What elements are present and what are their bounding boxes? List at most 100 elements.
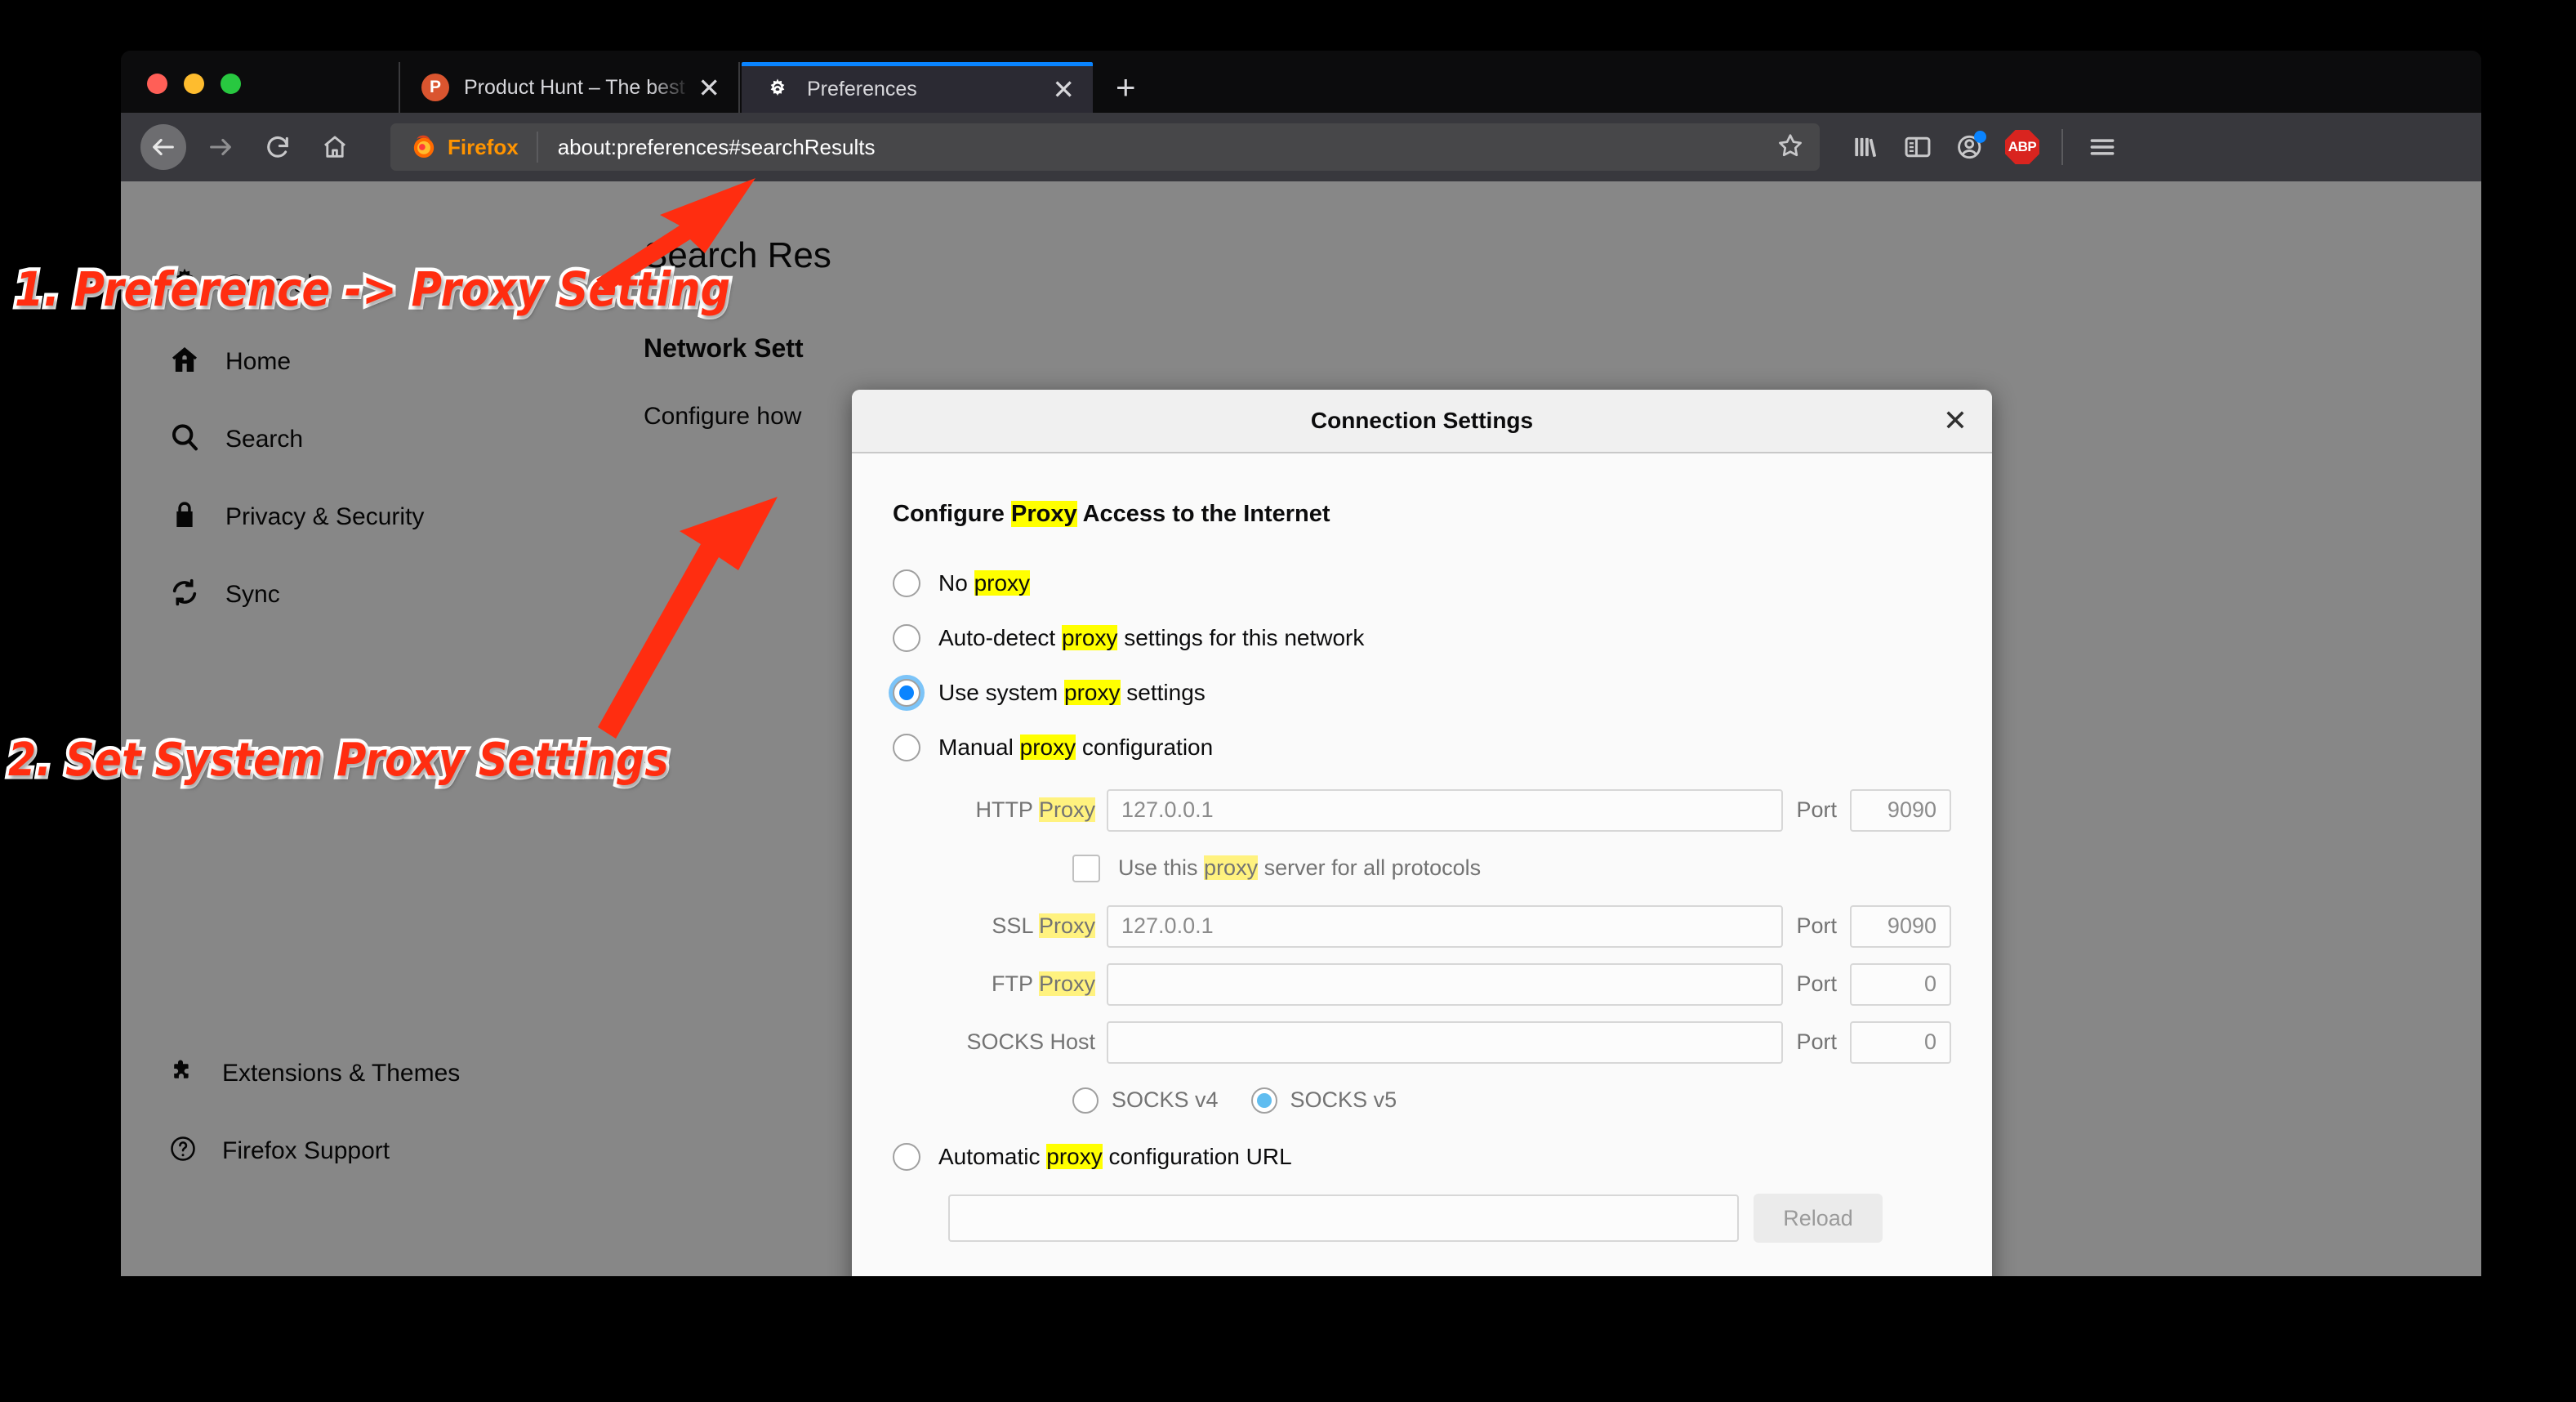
ssl-proxy-label: SSL Proxy: [919, 913, 1107, 939]
label-highlight: Proxy: [1038, 913, 1095, 938]
back-button[interactable]: [140, 124, 186, 170]
label-post: settings for this network: [1117, 624, 1365, 650]
option-socks-v5[interactable]: SOCKS v5: [1250, 1087, 1415, 1114]
library-icon[interactable]: [1839, 124, 1892, 170]
navigation-toolbar: Firefox about:preferences#searchResults: [121, 113, 2481, 181]
section-title-highlight: Proxy: [1011, 501, 1077, 527]
ssl-port-input[interactable]: 9090: [1850, 904, 1951, 948]
socks-host-input[interactable]: [1107, 1020, 1784, 1064]
adblock-plus-icon[interactable]: ABP: [1996, 124, 2048, 170]
tab-title: Preferences: [807, 78, 917, 100]
radio-use-system-proxy[interactable]: [893, 678, 920, 707]
http-port-input[interactable]: 9090: [1850, 788, 1951, 832]
radio-no-proxy[interactable]: [893, 569, 920, 597]
label-pre: Manual: [938, 734, 1020, 760]
use-for-all-protocols-label: Use this proxy server for all protocols: [1118, 855, 1481, 881]
forward-button[interactable]: [198, 124, 243, 170]
dialog-body: Configure Proxy Access to the Internet N…: [852, 453, 1992, 1276]
reload-button[interactable]: Reload: [1754, 1194, 1883, 1243]
socks-port-input[interactable]: 0: [1850, 1020, 1951, 1064]
option-use-system-proxy[interactable]: Use system proxy settings: [893, 665, 1951, 720]
account-notification-dot: [1974, 131, 1986, 143]
home-button[interactable]: [312, 124, 358, 170]
reload-button[interactable]: [255, 124, 301, 170]
screenshot-root: P Product Hunt – The best new pr ✕ Prefe…: [0, 0, 2576, 1402]
option-auto-detect-proxy[interactable]: Auto-detect proxy settings for this netw…: [893, 610, 1951, 665]
socks-host-row: SOCKS Host Port 0: [919, 1013, 1951, 1071]
firefox-brand-chip: Firefox: [390, 132, 538, 163]
manual-proxy-fields: HTTP Proxy 127.0.0.1 Port 9090 Use this …: [893, 775, 1951, 1129]
ftp-port-input[interactable]: 0: [1850, 962, 1951, 1006]
close-tab-icon[interactable]: ✕: [691, 74, 738, 101]
sidebar-icon[interactable]: [1892, 124, 1944, 170]
connection-settings-dialog: Connection Settings ✕ Configure Proxy Ac…: [852, 390, 1992, 1276]
ftp-port-label: Port: [1796, 971, 1837, 996]
label-pre: No: [938, 569, 974, 596]
label-highlight: proxy: [1046, 1143, 1103, 1169]
maximize-window-button[interactable]: [221, 74, 241, 94]
option-socks-v4[interactable]: SOCKS v4: [1072, 1087, 1237, 1114]
http-proxy-input[interactable]: 127.0.0.1: [1107, 788, 1784, 832]
ssl-proxy-input[interactable]: 127.0.0.1: [1107, 904, 1784, 948]
use-for-all-protocols-row[interactable]: Use this proxy server for all protocols: [919, 839, 1951, 897]
ssl-proxy-row: SSL Proxy 127.0.0.1 Port 9090: [919, 897, 1951, 955]
label-post: server for all protocols: [1258, 855, 1482, 880]
bookmark-star-icon[interactable]: [1776, 131, 1805, 164]
pac-url-input[interactable]: [948, 1194, 1739, 1242]
label-highlight: proxy: [1061, 624, 1118, 650]
tab-product-hunt[interactable]: P Product Hunt – The best new pr ✕: [399, 62, 740, 113]
minimize-window-button[interactable]: [184, 74, 204, 94]
label-post: configuration URL: [1102, 1143, 1292, 1169]
preferences-page: General Home Search Privacy & Security S…: [121, 181, 2481, 1276]
option-manual-proxy[interactable]: Manual proxy configuration: [893, 720, 1951, 775]
firefox-brand-label: Firefox: [448, 134, 519, 159]
label-pre: Use system: [938, 679, 1065, 705]
close-icon[interactable]: ✕: [1943, 406, 1968, 435]
socks-host-label: SOCKS Host: [966, 1029, 1095, 1054]
ssl-port-label: Port: [1796, 913, 1837, 938]
option-label: Auto-detect proxy settings for this netw…: [938, 624, 1365, 651]
option-label: Manual proxy configuration: [938, 734, 1213, 761]
http-proxy-row: HTTP Proxy 127.0.0.1 Port 9090: [919, 781, 1951, 839]
annotation-step-2: 2. Set System Proxy Settings: [5, 730, 672, 791]
url-bar[interactable]: Firefox about:preferences#searchResults: [390, 123, 1820, 171]
option-automatic-proxy-url[interactable]: Automatic proxy configuration URL: [893, 1129, 1951, 1184]
close-window-button[interactable]: [147, 74, 167, 94]
radio-auto-detect-proxy[interactable]: [893, 623, 920, 652]
account-icon[interactable]: [1944, 124, 1996, 170]
label-post: settings: [1120, 679, 1206, 705]
radio-socks-v5[interactable]: [1250, 1087, 1277, 1114]
label-pre: Automatic: [938, 1143, 1047, 1169]
adblock-badge-label: ABP: [2005, 130, 2039, 164]
product-hunt-favicon-icon: P: [421, 74, 449, 101]
http-port-label: Port: [1796, 797, 1837, 822]
option-label: Use system proxy settings: [938, 679, 1206, 706]
use-for-all-protocols-checkbox[interactable]: [1072, 854, 1100, 882]
hamburger-menu-icon[interactable]: [2076, 124, 2128, 170]
url-text[interactable]: about:preferences#searchResults: [538, 135, 1776, 160]
socks-version-group: SOCKS v4 SOCKS v5: [919, 1071, 1951, 1129]
close-tab-icon[interactable]: ✕: [1045, 76, 1093, 103]
radio-automatic-proxy-url[interactable]: [893, 1142, 920, 1171]
tab-preferences[interactable]: Preferences ✕: [742, 62, 1093, 113]
socks-v4-label: SOCKS v4: [1112, 1087, 1219, 1112]
label-pre: HTTP: [975, 797, 1039, 822]
toolbar-divider: [2061, 129, 2063, 165]
radio-manual-proxy[interactable]: [893, 733, 920, 761]
radio-socks-v4[interactable]: [1072, 1087, 1099, 1114]
label-highlight: proxy: [974, 569, 1031, 596]
section-title-post: Access to the Internet: [1076, 501, 1330, 527]
ftp-proxy-label: FTP Proxy: [919, 971, 1107, 997]
ftp-proxy-input[interactable]: [1107, 962, 1784, 1006]
annotation-step-1: 1. Preference -> Proxy Setting: [11, 258, 733, 321]
label-highlight: proxy: [1064, 679, 1121, 705]
label-pre: Auto-detect: [938, 624, 1062, 650]
option-no-proxy[interactable]: No proxy: [893, 556, 1951, 610]
option-label: Automatic proxy configuration URL: [938, 1143, 1292, 1170]
browser-window: P Product Hunt – The best new pr ✕ Prefe…: [121, 51, 2481, 1276]
new-tab-button[interactable]: +: [1116, 70, 1136, 105]
ftp-proxy-row: FTP Proxy Port 0: [919, 955, 1951, 1013]
dialog-title: Connection Settings: [1310, 408, 1534, 433]
tab-strip: P Product Hunt – The best new pr ✕ Prefe…: [121, 51, 2481, 113]
socks-v5-label: SOCKS v5: [1290, 1087, 1397, 1112]
